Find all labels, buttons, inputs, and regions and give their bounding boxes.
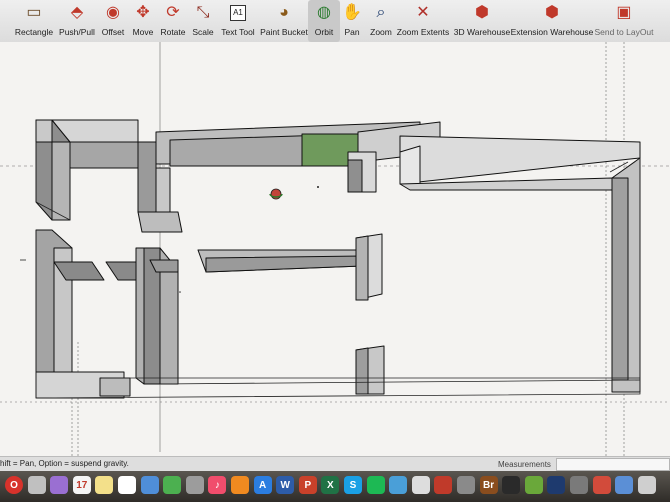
dock-calendar-icon[interactable]: 17 [72, 476, 91, 494]
dock-spotify-icon[interactable] [366, 476, 385, 494]
tool-label: Orbit [314, 27, 334, 37]
move-icon: ✥ [136, 4, 150, 21]
tool-label: Push/Pull [59, 27, 95, 37]
tool-pan[interactable]: ✋ Pan [338, 0, 366, 42]
tool-label: Paint Bucket [260, 27, 308, 37]
toolbar: ▭ Rectangle ⬘ Push/Pull ◉ Offset ✥ Move ⟳ Rotate ⤡… [0, 0, 670, 43]
dock-powerpoint-icon[interactable]: P [298, 476, 317, 494]
dock-chrome-icon[interactable] [411, 476, 430, 494]
offset-icon: ◉ [106, 4, 120, 21]
dock-books-icon[interactable] [231, 476, 249, 494]
dock-trash-icon[interactable] [637, 476, 656, 494]
dock-safari-icon[interactable] [389, 476, 408, 494]
dock-word-icon[interactable]: W [276, 476, 295, 494]
macos-dock: O 17 ♪ A W P X S Br [0, 471, 670, 502]
dock-sketchup-icon[interactable] [434, 476, 453, 494]
dock-preview-icon[interactable] [185, 476, 204, 494]
wall-model [35, 119, 641, 399]
dock-excel-icon[interactable]: X [321, 476, 340, 494]
dock-sketchup-2-icon[interactable] [592, 476, 611, 494]
rectangle-tool-icon: ▭ [26, 4, 42, 21]
send-to-layout-icon: ▣ [616, 4, 632, 21]
tool-orbit[interactable]: ◍ Orbit [308, 0, 340, 42]
dock-system-prefs-icon[interactable] [570, 476, 588, 494]
tool-move[interactable]: ✥ Move [129, 0, 157, 42]
dock-messages-icon[interactable] [163, 476, 182, 494]
dock-finder-icon[interactable] [140, 476, 159, 494]
dock-opera-icon[interactable]: O [5, 476, 23, 494]
orbit-cursor-icon [269, 188, 283, 200]
status-hint-text: hift = Pan, Option = suspend gravity. [0, 459, 129, 468]
dock-bridge-icon[interactable]: Br [479, 476, 498, 494]
dock-skype-icon[interactable]: S [344, 476, 362, 494]
3d-warehouse-icon: ⬢ [475, 4, 489, 21]
tool-offset[interactable]: ◉ Offset [94, 0, 131, 42]
paint-bucket-icon: ◕ [279, 4, 289, 21]
rotate-icon: ⟳ [166, 4, 180, 21]
orbit-icon: ◍ [317, 4, 331, 21]
pan-hand-icon: ✋ [342, 4, 362, 21]
dock-utorrent-icon[interactable] [524, 476, 543, 494]
dock-reminders-icon[interactable] [118, 476, 136, 494]
tool-send-to-layout[interactable]: ▣ Send to LayOut [585, 0, 664, 42]
dock-photoshop-icon[interactable] [547, 476, 566, 494]
tool-label: Pan [344, 27, 360, 37]
tool-label: Move [132, 27, 154, 37]
tool-label: Scale [192, 27, 214, 37]
dock-photos-icon[interactable] [27, 476, 46, 494]
dock-downloads-icon[interactable] [615, 476, 634, 494]
dock-music-icon[interactable]: ♪ [208, 476, 227, 494]
dock-utility-icon[interactable] [457, 476, 475, 494]
text-tool-icon: A1 [229, 5, 246, 21]
zoom-extents-icon: ✕ [416, 4, 430, 21]
dock-notes-icon[interactable] [95, 476, 114, 494]
tool-label: Extension Warehouse [510, 27, 594, 37]
extension-warehouse-icon: ⬢ [545, 4, 559, 21]
status-bar: hift = Pan, Option = suspend gravity. Me… [0, 456, 670, 471]
drawing-viewport[interactable] [0, 42, 670, 456]
tool-label: Send to LayOut [594, 27, 654, 37]
tool-label: Rotate [160, 27, 186, 37]
measurements-label: Measurements [498, 460, 551, 469]
dock-app-store-icon[interactable]: A [253, 476, 272, 494]
measurements-input[interactable] [556, 458, 670, 471]
tool-label: Zoom Extents [396, 27, 450, 37]
tool-label: Offset [101, 27, 125, 37]
push-pull-icon: ⬘ [70, 4, 84, 21]
tool-label: Rectangle [14, 27, 54, 37]
dock-terminal-icon[interactable] [502, 476, 521, 494]
dock-itunes-icon[interactable] [50, 476, 69, 494]
model-canvas[interactable] [0, 42, 670, 456]
tool-rotate[interactable]: ⟳ Rotate [154, 0, 191, 42]
